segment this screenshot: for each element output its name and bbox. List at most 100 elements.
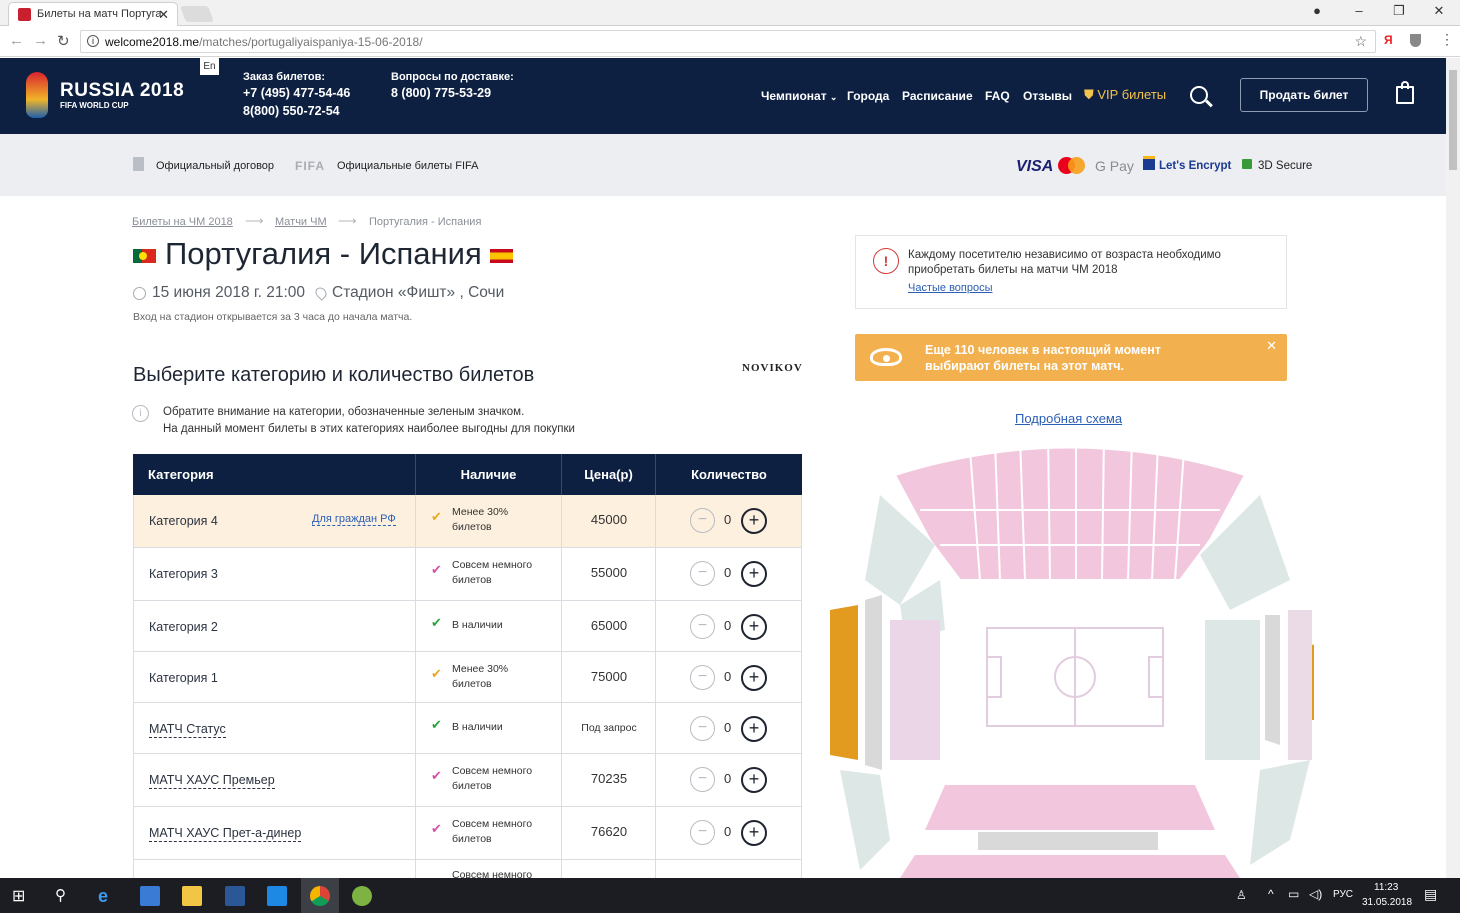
browser-menu-icon[interactable]: ⋮ xyxy=(1440,31,1454,48)
sector-bottom-stand[interactable] xyxy=(925,785,1215,830)
menu-schedule[interactable]: Расписание xyxy=(902,89,973,103)
sector-right-inner[interactable] xyxy=(1205,620,1260,760)
official-contract-link[interactable]: Официальный договор xyxy=(156,160,274,172)
notifications-icon[interactable]: ▤ xyxy=(1424,886,1437,903)
sector-right-lower[interactable] xyxy=(1250,760,1310,865)
bookmark-star-icon[interactable]: ☆ xyxy=(1354,33,1367,50)
store-icon[interactable] xyxy=(140,886,160,906)
logo-title[interactable]: RUSSIA 2018 xyxy=(60,80,184,102)
windows-start-icon[interactable]: ⊞ xyxy=(12,886,32,906)
maximize-icon[interactable]: ❐ xyxy=(1384,3,1414,19)
menu-championship[interactable]: Чемпионат ⌄ xyxy=(761,89,837,103)
shield-extension-icon[interactable] xyxy=(1410,34,1421,47)
fifa-tickets-link[interactable]: Официальные билеты FIFA xyxy=(337,160,478,172)
app-icon-2[interactable] xyxy=(352,886,372,906)
url-input[interactable]: i welcome2018.me/matches/portugaliyaispa… xyxy=(80,30,1376,53)
close-banner-icon[interactable]: ✕ xyxy=(1266,338,1277,354)
increase-quantity-button[interactable]: + xyxy=(741,716,767,742)
increase-quantity-button[interactable]: + xyxy=(741,820,767,846)
ticket-price: 70235 xyxy=(590,771,628,786)
sector-b-left-gold[interactable] xyxy=(830,605,858,760)
category-name[interactable]: МАТЧ Статус xyxy=(149,722,226,738)
browser-tab[interactable]: Билеты на матч Португа ✕ xyxy=(8,2,178,26)
edge-icon[interactable]: e xyxy=(98,886,118,906)
tray-chevron-icon[interactable]: ^ xyxy=(1268,887,1274,901)
forward-icon[interactable]: → xyxy=(33,32,48,49)
new-tab-button[interactable] xyxy=(180,6,214,22)
sector-right-edge[interactable] xyxy=(1288,610,1312,760)
site-favicon-icon xyxy=(18,8,31,21)
breadcrumb-home[interactable]: Билеты на ЧМ 2018 xyxy=(132,216,233,228)
increase-quantity-button[interactable]: + xyxy=(741,665,767,691)
visa-logo: VISA xyxy=(1016,158,1054,175)
reload-icon[interactable]: ↻ xyxy=(57,32,70,50)
clock-time[interactable]: 11:23 xyxy=(1374,882,1398,893)
fifa-logo: FIFA xyxy=(295,159,325,173)
sector-left-inner[interactable] xyxy=(890,620,940,760)
site-info-icon[interactable]: i xyxy=(87,35,99,47)
menu-reviews[interactable]: Отзывы xyxy=(1023,89,1072,103)
availability-text: В наличии xyxy=(452,618,503,633)
network-icon[interactable]: ▭ xyxy=(1288,887,1299,901)
table-row: Категория 1 ✔ Менее 30% билетов 75000−0 + xyxy=(133,652,802,703)
increase-quantity-button[interactable]: + xyxy=(741,561,767,587)
language-indicator[interactable]: РУС xyxy=(1333,889,1353,900)
menu-vip[interactable]: ⛊ VIP билеты xyxy=(1084,87,1166,103)
3d-secure-logo: 3D Secure xyxy=(1258,160,1313,172)
close-window-icon[interactable]: ✕ xyxy=(1424,3,1454,19)
faq-link[interactable]: Частые вопросы xyxy=(908,282,993,294)
people-icon[interactable]: ♙ xyxy=(1236,888,1247,902)
sector-vip-left[interactable] xyxy=(865,595,882,770)
sector-left-lower[interactable] xyxy=(840,770,890,870)
menu-cities[interactable]: Города xyxy=(847,89,889,103)
decrease-quantity-button[interactable]: − xyxy=(690,716,715,741)
decrease-quantity-button[interactable]: − xyxy=(690,665,715,690)
quantity-value: 0 xyxy=(724,824,732,839)
order-phone-2[interactable]: 8(800) 550-72-54 xyxy=(243,102,340,120)
menu-faq[interactable]: FAQ xyxy=(985,89,1010,103)
portugal-flag-icon xyxy=(133,249,156,263)
sector-bottom-vip[interactable] xyxy=(978,832,1158,850)
rf-citizens-link[interactable]: Для граждан РФ xyxy=(312,513,396,526)
minimize-icon[interactable]: – xyxy=(1344,3,1374,18)
detailed-schema-link[interactable]: Подробная схема xyxy=(1015,411,1122,426)
sector-top-stand[interactable] xyxy=(893,446,1247,581)
browser-tab-bar: Билеты на матч Португа ✕ ● – ❐ ✕ xyxy=(0,0,1460,26)
attention-line-1: Обратите внимание на категории, обозначе… xyxy=(163,406,525,418)
chrome-icon[interactable] xyxy=(310,886,330,906)
category-name[interactable]: МАТЧ ХАУС Премьер xyxy=(149,773,275,789)
yandex-extension-icon[interactable]: Я xyxy=(1384,33,1393,47)
profile-icon[interactable]: ● xyxy=(1302,3,1332,18)
word-icon[interactable] xyxy=(225,886,245,906)
search-icon[interactable]: ⚲ xyxy=(55,886,75,906)
clock-date[interactable]: 31.05.2018 xyxy=(1362,897,1412,908)
category-name[interactable]: МАТЧ ХАУС Прет-а-динер xyxy=(149,826,302,842)
decrease-quantity-button[interactable]: − xyxy=(690,767,715,792)
increase-quantity-button[interactable]: + xyxy=(741,508,767,534)
sector-vip-right[interactable] xyxy=(1265,615,1280,745)
sell-ticket-button[interactable]: Продать билет xyxy=(1240,78,1368,112)
file-explorer-icon[interactable] xyxy=(182,886,202,906)
delivery-label: Вопросы по доставке: xyxy=(391,71,514,83)
decrease-quantity-button[interactable]: − xyxy=(690,508,715,533)
delivery-phone[interactable]: 8 (800) 775-53-29 xyxy=(391,84,491,102)
world-cup-logo-icon[interactable] xyxy=(26,72,48,118)
volume-icon[interactable]: ◁) xyxy=(1309,887,1322,901)
back-icon[interactable]: ← xyxy=(9,32,24,49)
app-icon[interactable] xyxy=(267,886,287,906)
scrollbar-thumb[interactable] xyxy=(1449,70,1457,170)
decrease-quantity-button[interactable]: − xyxy=(690,820,715,845)
order-phone-1[interactable]: +7 (495) 477-54-46 xyxy=(243,84,350,102)
decrease-quantity-button[interactable]: − xyxy=(690,561,715,586)
page-scrollbar[interactable] xyxy=(1446,58,1460,878)
increase-quantity-button[interactable]: + xyxy=(741,767,767,793)
sector-bottom-outer[interactable] xyxy=(900,855,1240,878)
google-pay-logo: G Pay xyxy=(1095,158,1134,174)
increase-quantity-button[interactable]: + xyxy=(741,614,767,640)
language-switch[interactable]: En xyxy=(200,58,219,75)
stadium-seat-map[interactable] xyxy=(820,430,1320,878)
breadcrumb-matches[interactable]: Матчи ЧМ xyxy=(275,216,327,228)
close-tab-icon[interactable]: ✕ xyxy=(158,7,169,23)
cart-icon[interactable] xyxy=(1396,86,1414,104)
decrease-quantity-button[interactable]: − xyxy=(690,614,715,639)
